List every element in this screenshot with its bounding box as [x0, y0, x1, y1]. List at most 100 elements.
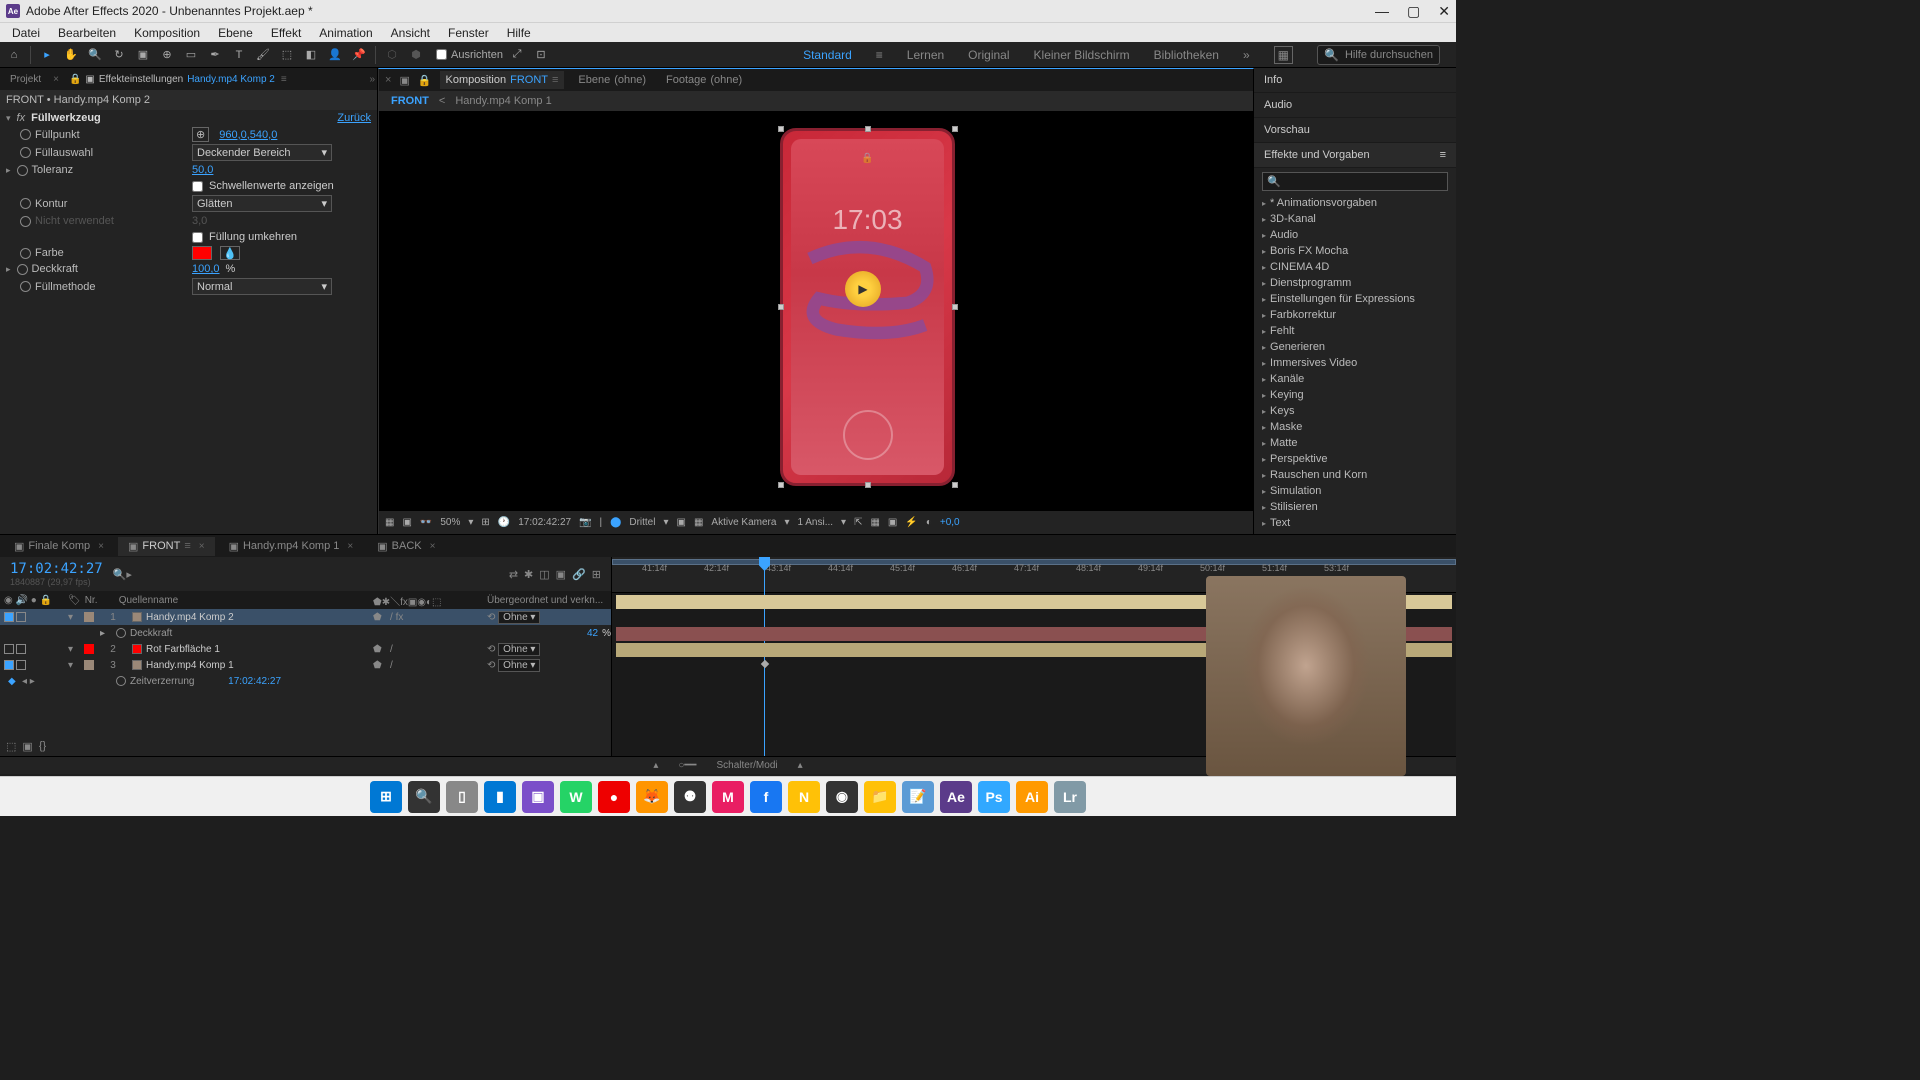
timeline-tab-front[interactable]: ▣ FRONT ≡×	[118, 537, 215, 556]
category-maske[interactable]: Maske	[1254, 419, 1456, 435]
guides-icon[interactable]: 👓	[420, 517, 432, 528]
exposure-value[interactable]: +0,0	[940, 517, 960, 528]
fast-icon[interactable]: ⚡	[905, 517, 917, 528]
phone-layer[interactable]: 🔒 17:03	[780, 128, 955, 486]
eyedropper-icon[interactable]: 💧	[220, 246, 240, 260]
param-value[interactable]: 3,0	[192, 215, 207, 227]
roi-icon[interactable]: ▣	[677, 517, 686, 528]
param-checkbox[interactable]	[192, 232, 203, 243]
mode2-icon[interactable]: ⬢	[406, 45, 426, 65]
stopwatch-icon[interactable]	[20, 147, 31, 158]
snap2-icon[interactable]: ⊡	[531, 45, 551, 65]
stopwatch-icon[interactable]	[20, 281, 31, 292]
category-keys[interactable]: Keys	[1254, 403, 1456, 419]
workspace-original[interactable]: Original	[968, 48, 1009, 62]
tab-project[interactable]: Projekt	[2, 71, 49, 88]
tl-icon[interactable]: ▣	[556, 568, 566, 581]
workspace-bibliotheken[interactable]: Bibliotheken	[1154, 48, 1219, 62]
tab-ebene[interactable]: Ebene (ohne)	[572, 71, 652, 89]
pan-behind-tool-icon[interactable]: ⊕	[157, 45, 177, 65]
category---animationsvorgaben[interactable]: * Animationsvorgaben	[1254, 195, 1456, 211]
alpha-icon[interactable]: ▦	[385, 517, 394, 528]
orbit-tool-icon[interactable]: ↻	[109, 45, 129, 65]
param-dropdown[interactable]: Glätten▾	[192, 195, 332, 212]
menu-ansicht[interactable]: Ansicht	[383, 24, 438, 42]
tag-icon[interactable]: 🏷	[68, 595, 81, 606]
workspace-grid-icon[interactable]: ▦	[1274, 46, 1293, 64]
taskbar-app[interactable]: ▯	[446, 781, 478, 813]
category-generieren[interactable]: Generieren	[1254, 339, 1456, 355]
menu-komposition[interactable]: Komposition	[126, 24, 208, 42]
share-icon[interactable]: ⇱	[854, 517, 862, 528]
category-keying[interactable]: Keying	[1254, 387, 1456, 403]
tl-icon[interactable]: ✱	[524, 568, 533, 581]
category-kan-le[interactable]: Kanäle	[1254, 371, 1456, 387]
tab-effect-controls[interactable]: Effekteinstellungen	[99, 74, 183, 85]
menu-fenster[interactable]: Fenster	[440, 24, 497, 42]
menu-hilfe[interactable]: Hilfe	[499, 24, 539, 42]
taskbar-app[interactable]: ●	[598, 781, 630, 813]
tl-icon[interactable]: ◫	[539, 568, 549, 581]
taskbar-app[interactable]: ▣	[522, 781, 554, 813]
effect-name[interactable]: Füllwerkzeug	[31, 112, 101, 124]
param-value[interactable]: 960,0,540,0	[219, 129, 277, 141]
snap-icon[interactable]: ⤢	[507, 45, 527, 65]
stopwatch-icon[interactable]	[17, 264, 28, 275]
taskbar-app[interactable]: 📝	[902, 781, 934, 813]
effects-search[interactable]: 🔍	[1262, 172, 1448, 191]
switch-mode-toggle[interactable]: ○━━	[678, 760, 696, 771]
tab-footage[interactable]: Footage (ohne)	[660, 71, 748, 89]
clone-tool-icon[interactable]: ⬚	[277, 45, 297, 65]
views-dropdown[interactable]: 1 Ansi...	[797, 517, 833, 528]
layer-row-3[interactable]: ▾3Handy.mp4 Komp 1⬟ / ⟲ Ohne ▾	[0, 657, 611, 673]
menu-datei[interactable]: Datei	[4, 24, 48, 42]
taskbar-app[interactable]: Lr	[1054, 781, 1086, 813]
close-icon[interactable]: ×	[53, 74, 59, 85]
composition-viewer[interactable]: 🔒 17:03	[379, 111, 1253, 510]
snapshot-icon[interactable]: 📷	[579, 517, 591, 528]
puppet-tool-icon[interactable]: 📌	[349, 45, 369, 65]
brush-tool-icon[interactable]: 🖌	[253, 45, 273, 65]
breadcrumb-comp1[interactable]: Handy.mp4 Komp 1	[455, 95, 551, 107]
panel-menu-icon[interactable]: ≡	[1440, 149, 1446, 161]
category-farbkorrektur[interactable]: Farbkorrektur	[1254, 307, 1456, 323]
renderer-icon[interactable]: ▣	[888, 517, 897, 528]
workspace-lernen[interactable]: Lernen	[907, 48, 944, 62]
timeline-tab-finale-komp[interactable]: ▣ Finale Komp×	[4, 537, 114, 556]
clock-icon[interactable]: 🕐	[498, 517, 510, 528]
taskbar-app[interactable]: f	[750, 781, 782, 813]
menu-ebene[interactable]: Ebene	[210, 24, 261, 42]
workspace-standard[interactable]: Standard	[803, 48, 852, 62]
category-dienstprogramm[interactable]: Dienstprogramm	[1254, 275, 1456, 291]
transparency-icon[interactable]: ▦	[694, 517, 703, 528]
keyframe-marker[interactable]	[761, 660, 769, 668]
taskbar-app[interactable]: M	[712, 781, 744, 813]
grid-icon[interactable]: ⊞	[481, 517, 489, 528]
mode-icon[interactable]: ⬡	[382, 45, 402, 65]
effects-presets-header[interactable]: Effekte und Vorgaben ≡	[1254, 143, 1456, 168]
category-matte[interactable]: Matte	[1254, 435, 1456, 451]
panel-overflow-icon[interactable]: »	[369, 74, 375, 85]
category-simulation[interactable]: Simulation	[1254, 483, 1456, 499]
stopwatch-icon[interactable]	[20, 216, 31, 227]
color-swatch[interactable]	[192, 246, 212, 260]
taskbar-app[interactable]: ⚉	[674, 781, 706, 813]
category-fehlt[interactable]: Fehlt	[1254, 323, 1456, 339]
taskbar-app[interactable]: Ps	[978, 781, 1010, 813]
dropdown-icon[interactable]: ▾	[468, 517, 473, 528]
panel-info[interactable]: Info	[1254, 68, 1456, 93]
help-search[interactable]: 🔍 Hilfe durchsuchen	[1317, 45, 1440, 65]
taskbar-app[interactable]: Ai	[1016, 781, 1048, 813]
close-icon[interactable]: ×	[385, 74, 391, 86]
resolution-dropdown[interactable]: Drittel	[629, 517, 655, 528]
timeline-tab-handy-mp4-komp-1[interactable]: ▣ Handy.mp4 Komp 1×	[219, 537, 364, 556]
taskbar-app[interactable]: ◉	[826, 781, 858, 813]
panel-vorschau[interactable]: Vorschau	[1254, 118, 1456, 143]
menu-bearbeiten[interactable]: Bearbeiten	[50, 24, 124, 42]
lock-icon[interactable]: 🔒	[69, 74, 81, 85]
exposure-icon[interactable]: ◐	[926, 517, 932, 528]
taskbar-app[interactable]: N	[788, 781, 820, 813]
taskbar-app[interactable]: ▮	[484, 781, 516, 813]
camera-tool-icon[interactable]: ▣	[133, 45, 153, 65]
maximize-button[interactable]: ▢	[1407, 3, 1420, 20]
